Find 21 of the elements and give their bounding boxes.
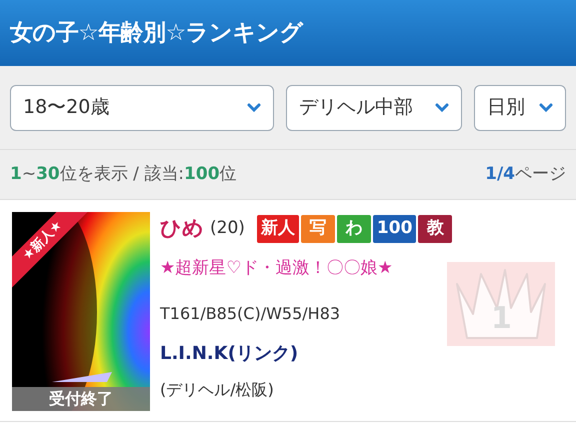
- area-text: (デリヘル/松阪): [160, 379, 274, 401]
- page-indicator: 1/4ページ: [485, 162, 566, 186]
- tag-badge: 新人: [256, 215, 299, 243]
- chevron-down-icon: [539, 102, 553, 112]
- catchphrase-text: ★超新星♡ド・過激！〇〇娘★: [160, 257, 393, 280]
- tag-badge: 100: [372, 215, 416, 243]
- status-overlay: 受付終了: [12, 387, 150, 411]
- chevron-down-icon: [247, 102, 261, 112]
- tag-badge: わ: [336, 215, 371, 243]
- age-text: (20): [210, 217, 245, 240]
- measurements-text: T161/B85(C)/W55/H83: [160, 303, 340, 325]
- tag-badge: 写: [300, 215, 335, 243]
- shop-link[interactable]: L.I.N.K(リンク): [160, 340, 298, 368]
- result-count: 1~30位を表示 / 該当:100位: [10, 162, 237, 186]
- page-title: 女の子☆年齢別☆ランキング: [10, 18, 303, 48]
- filter-dropdown[interactable]: 日別: [474, 84, 566, 130]
- filter-dropdown[interactable]: デリヘル中部: [286, 84, 462, 130]
- girl-name-link[interactable]: ひめ: [160, 213, 204, 245]
- tag-badge: 教: [418, 215, 452, 243]
- chevron-down-icon: [435, 102, 449, 112]
- filter-dropdown[interactable]: 18〜20歳: [10, 84, 274, 130]
